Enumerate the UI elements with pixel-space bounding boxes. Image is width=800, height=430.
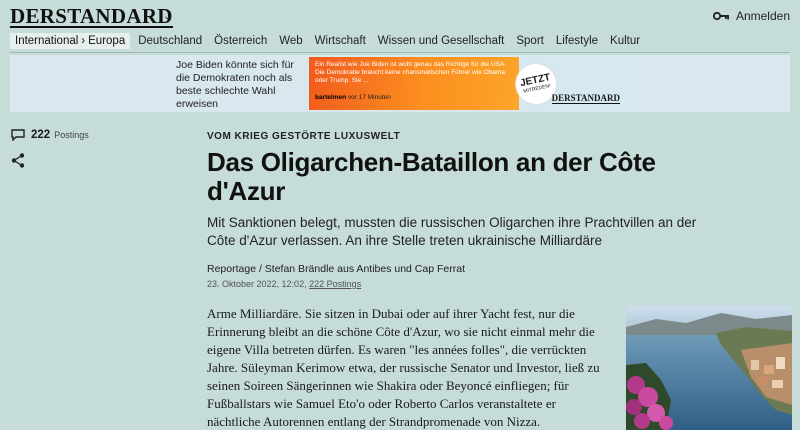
article-byline: Reportage / Stefan Brändle aus Antibes u… (207, 263, 465, 275)
article-meta: 23. Oktober 2022, 12:02, 222 Postings (207, 279, 361, 289)
chevron-right-icon: › (81, 35, 86, 47)
postings-count: 222 (31, 129, 51, 141)
nav-item-wirtschaft[interactable]: Wirtschaft (315, 35, 366, 47)
article-tools: 222 Postings (11, 129, 89, 168)
article-kicker: VOM KRIEG GESTÖRTE LUXUSWELT (207, 131, 401, 142)
key-icon (712, 11, 729, 21)
nav-item-wissen[interactable]: Wissen und Gesellschaft (378, 35, 505, 47)
nav-item-lifestyle[interactable]: Lifestyle (556, 35, 598, 47)
section-nav: International › Europa Deutschland Österre… (10, 32, 652, 50)
photo-cote-dazur (626, 305, 792, 430)
postings-link[interactable]: 222 Postings (11, 129, 89, 141)
article-body: Arme Milliardäre. Sie sitzen in Dubai od… (207, 306, 600, 429)
nav-item-oesterreich[interactable]: Österreich (214, 35, 267, 47)
ad-author: bartelmen vor 17 Minuten (315, 94, 391, 101)
ad-headline[interactable]: Joe Biden könnte sich für die Demokraten… (176, 59, 301, 111)
article-lead: Mit Sanktionen belegt, mussten die russi… (207, 215, 697, 248)
article-postings-link[interactable]: 222 Postings (309, 279, 361, 289)
breadcrumb-subsection[interactable]: Europa (88, 35, 125, 47)
article-photo[interactable] (626, 305, 792, 430)
speech-bubble-icon (11, 129, 25, 141)
chevron-down-icon[interactable]: ⌄ (163, 11, 171, 22)
ad-author-name: bartelmen (315, 94, 347, 101)
article-title: Das Oligarchen-Bataillon an der Côte d'A… (207, 147, 656, 206)
login-label: Anmelden (735, 9, 790, 23)
nav-item-deutschland[interactable]: Deutschland (138, 35, 202, 47)
breadcrumb-section[interactable]: International (15, 35, 78, 47)
top-bar: DERSTANDARD ⌄ Anmelden (0, 0, 800, 32)
article-date: 23. Oktober 2022, 12:02, (207, 279, 307, 289)
ad-posting-teaser[interactable]: Ein Realist wie Joe Biden ist wohl genau… (309, 57, 630, 110)
share-icon[interactable] (11, 153, 25, 168)
breadcrumb: International › Europa (10, 33, 131, 49)
nav-item-kultur[interactable]: Kultur (610, 35, 640, 47)
postings-label: Postings (54, 130, 89, 140)
login-button[interactable]: Anmelden (712, 9, 790, 23)
ad-quote-panel: Ein Realist wie Joe Biden ist wohl genau… (309, 57, 519, 110)
ad-logo: DERSTANDARD (551, 93, 620, 104)
nav-item-sport[interactable]: Sport (516, 35, 544, 47)
ad-quote-text: Ein Realist wie Joe Biden ist wohl genau… (315, 61, 507, 84)
ad-author-time: vor 17 Minuten (347, 94, 391, 101)
nav-item-web[interactable]: Web (279, 35, 302, 47)
site-logo[interactable]: DERSTANDARD (10, 4, 173, 29)
nav-divider (10, 52, 790, 53)
